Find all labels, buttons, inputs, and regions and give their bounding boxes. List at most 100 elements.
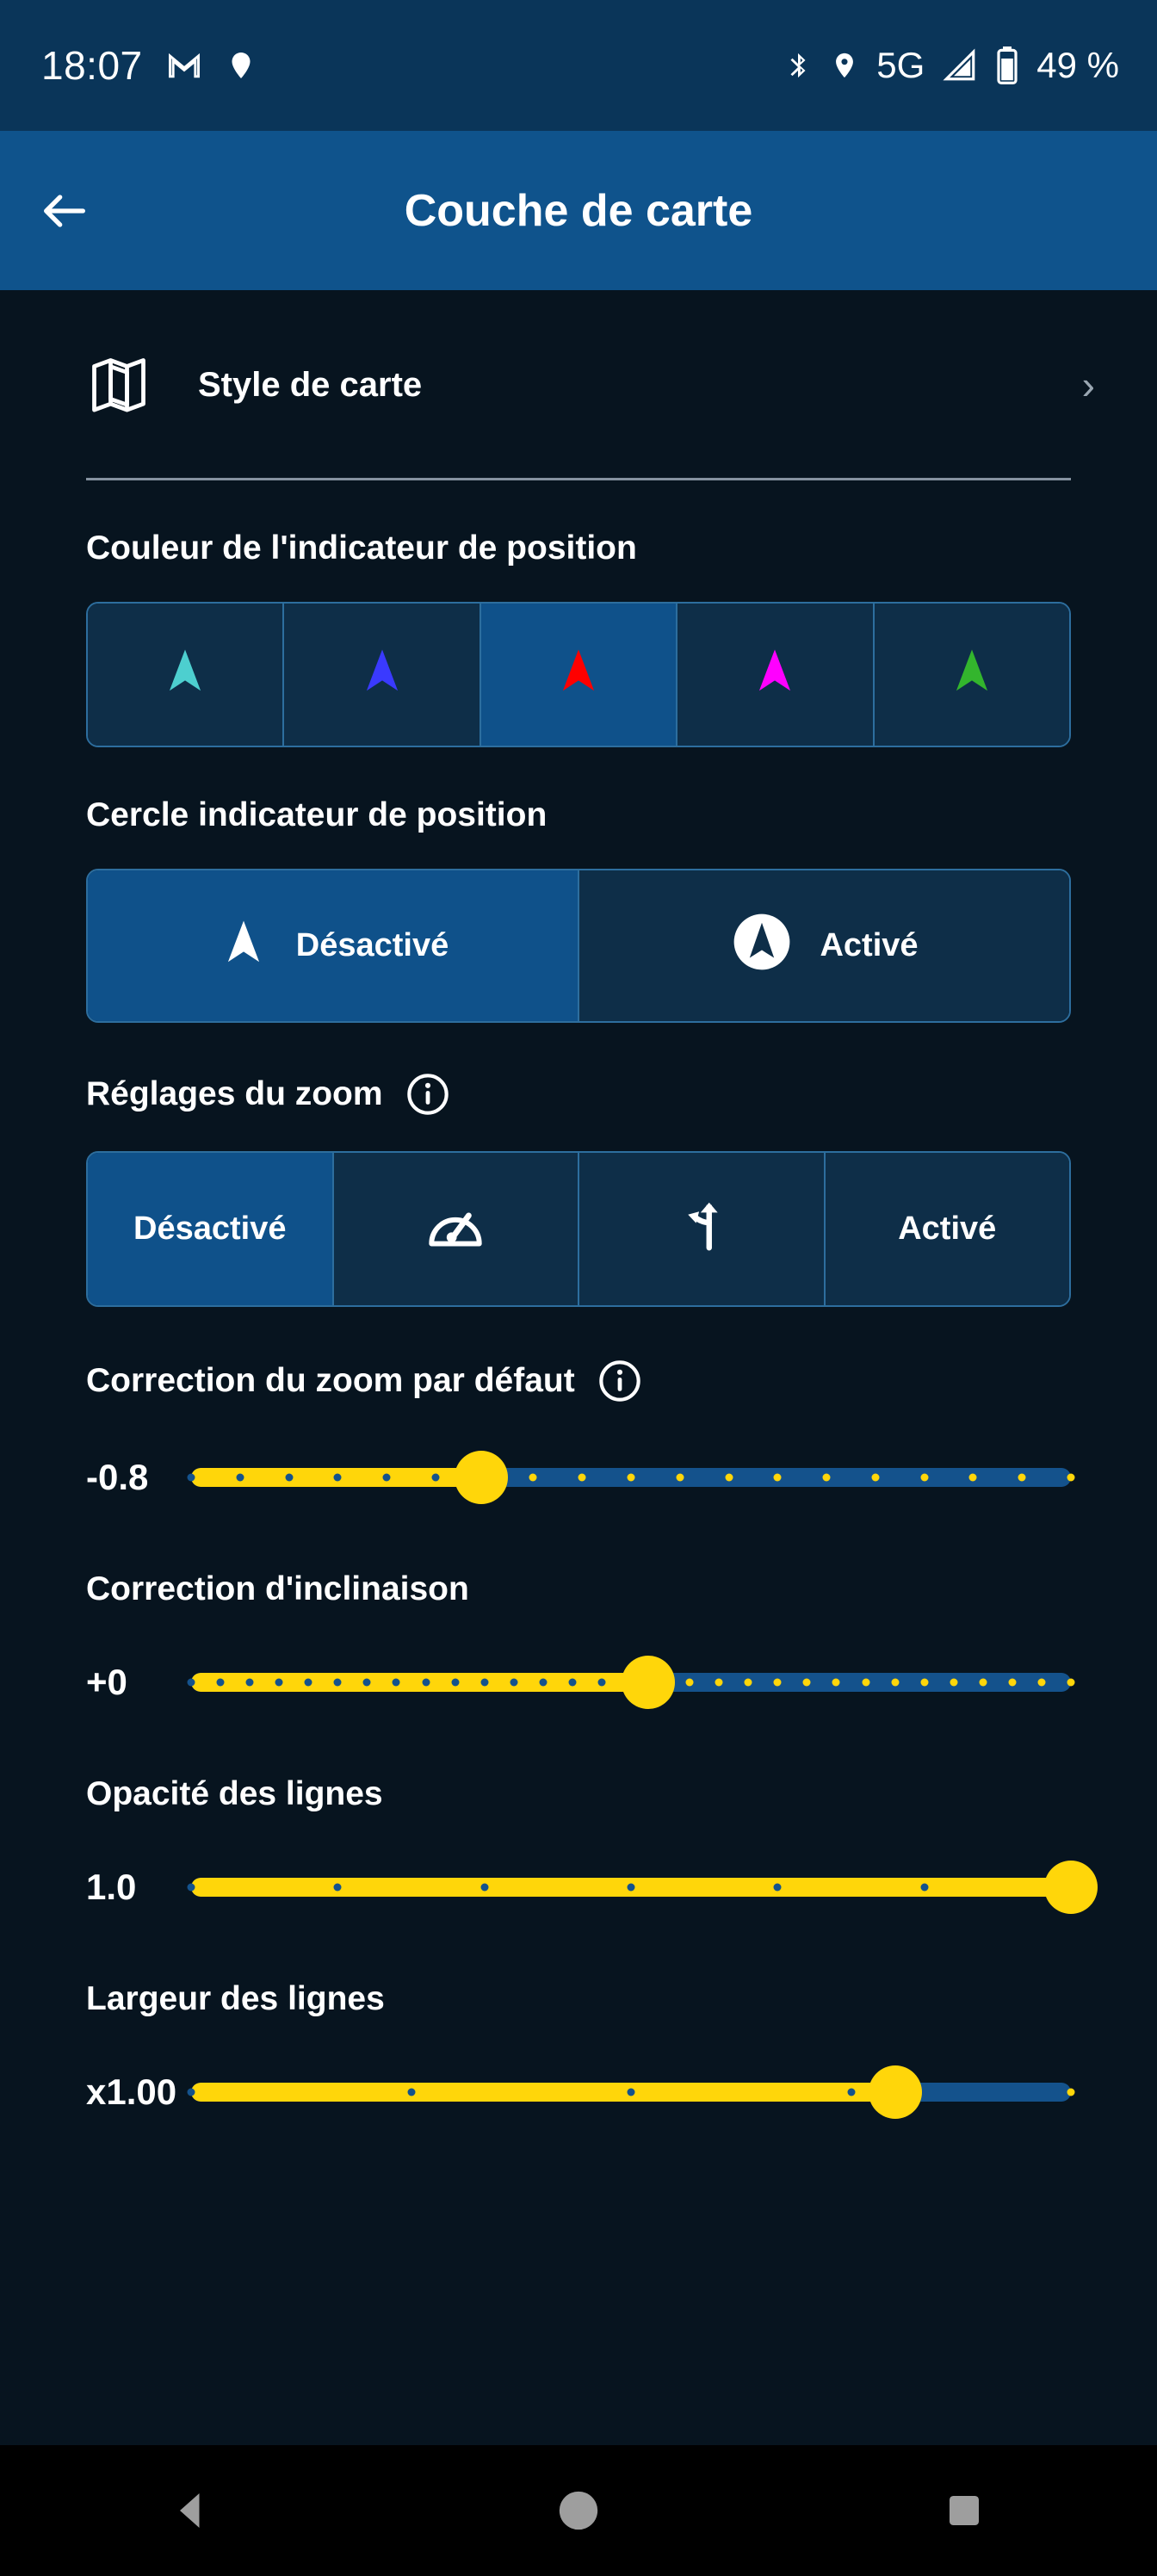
slider-tick	[715, 1678, 723, 1687]
arrow-up-icon	[562, 648, 595, 690]
slider-tick	[245, 1678, 254, 1687]
slider-tick	[862, 1678, 870, 1687]
position-color-option-magenta[interactable]	[677, 604, 875, 746]
slider-label-2: Opacité des lignes	[0, 1775, 1157, 1813]
slider-track-3[interactable]	[187, 2051, 1075, 2133]
slider-thumb[interactable]	[622, 1656, 676, 1709]
arrow-up-icon	[945, 644, 999, 706]
slider-tick	[431, 1473, 440, 1482]
nav-back-button[interactable]	[107, 2485, 279, 2536]
position-circle-segmented[interactable]: Désactivé Activé	[86, 869, 1071, 1023]
slider-thumb[interactable]	[455, 1451, 509, 1504]
slider-track-1[interactable]	[187, 1641, 1075, 1724]
arrow-in-circle-icon	[730, 910, 794, 982]
info-icon[interactable]	[597, 1359, 642, 1403]
slider-tick	[333, 1883, 342, 1892]
zoom-setting-option-1[interactable]	[333, 1153, 579, 1305]
slider-value-1: +0	[86, 1662, 127, 1702]
slider-tick	[920, 1883, 929, 1892]
slider-tick	[304, 1678, 312, 1687]
position-color-option-red[interactable]	[480, 604, 678, 746]
settings-content: Style de carte › Couleur de l'indicateur…	[0, 290, 1157, 2576]
slider-block-2: Opacité des lignes 1.0	[0, 1775, 1157, 1929]
slider-tick	[187, 1473, 195, 1482]
position-color-option-blue[interactable]	[284, 604, 481, 746]
info-icon[interactable]	[405, 1072, 450, 1117]
slider-tick	[891, 1678, 900, 1687]
slider-tick	[773, 1473, 782, 1482]
slider-tick	[529, 1473, 537, 1482]
slider-tick	[744, 1678, 752, 1687]
speedometer-icon	[424, 1193, 487, 1266]
arrow-in-circle-icon	[734, 913, 790, 969]
back-button[interactable]	[0, 183, 129, 238]
zoom-setting-option-3[interactable]: Activé	[825, 1153, 1069, 1305]
zoom-setting-option-2[interactable]	[579, 1153, 826, 1305]
status-time: 18:07	[41, 43, 143, 88]
slider-block-1: Correction d'inclinaison +0	[0, 1570, 1157, 1724]
slider-label-text: Opacité des lignes	[86, 1775, 383, 1812]
zoom-settings-label: Réglages du zoom	[0, 1072, 1157, 1117]
status-bar-left: 18:07	[41, 42, 257, 89]
slider-track-2[interactable]	[187, 1846, 1098, 1929]
slider-tick	[578, 1473, 586, 1482]
zoom-settings-segmented[interactable]: Désactivé Activé	[86, 1151, 1071, 1307]
battery-percent: 49 %	[1036, 45, 1119, 85]
status-bar-right: 5G 49 %	[783, 45, 1119, 86]
slider-row-3: x1.00	[0, 2051, 1157, 2133]
slider-row-0: -0.8	[0, 1436, 1157, 1519]
arrow-up-icon	[170, 648, 201, 690]
nav-home-button[interactable]	[492, 2486, 665, 2535]
network-type: 5G	[876, 45, 925, 85]
bluetooth-icon	[783, 46, 813, 85]
zoom-setting-option-0[interactable]: Désactivé	[88, 1153, 334, 1305]
nav-recents-button[interactable]	[878, 2490, 1050, 2531]
slider-block-0: Correction du zoom par défaut -0.8	[0, 1359, 1157, 1519]
nav-home-icon	[559, 2491, 598, 2530]
slider-tick	[627, 1883, 635, 1892]
slider-tick	[627, 2088, 635, 2096]
slider-thumb[interactable]	[868, 2065, 922, 2119]
road-fork-icon	[671, 1193, 732, 1266]
slider-value-3: x1.00	[86, 2071, 177, 2112]
arrow-up-icon	[366, 648, 398, 690]
position-color-label: Couleur de l'indicateur de position	[0, 529, 1157, 567]
slider-tick	[285, 1473, 294, 1482]
map-style-row[interactable]: Style de carte ›	[0, 333, 1157, 437]
chevron-right-icon: ›	[1081, 362, 1095, 407]
gmail-m-icon	[165, 46, 203, 84]
slider-tick	[832, 1678, 840, 1687]
slider-tick	[773, 1883, 782, 1892]
slider-ticks	[187, 2083, 1075, 2102]
slider-label-text: Correction du zoom par défaut	[86, 1362, 575, 1399]
slider-thumb[interactable]	[1044, 1861, 1098, 1914]
slider-row-1: +0	[0, 1641, 1157, 1724]
nav-recents-icon	[950, 2496, 979, 2525]
slider-label-text: Correction d'inclinaison	[86, 1570, 469, 1607]
position-color-option-green[interactable]	[874, 604, 1069, 746]
slider-value-2: 1.0	[86, 1867, 137, 1907]
location-pin-icon	[226, 46, 257, 84]
zoom-settings-label-text: Réglages du zoom	[86, 1075, 383, 1112]
speedometer-icon	[429, 1212, 482, 1247]
page-title: Couche de carte	[404, 185, 753, 236]
slider-tick	[597, 1678, 606, 1687]
slider-tick	[568, 1678, 577, 1687]
position-circle-option-1[interactable]: Activé	[579, 870, 1069, 1021]
slider-tick	[187, 1678, 195, 1687]
slider-tick	[822, 1473, 831, 1482]
phone-screen: 18:07 5G 49 % Couche de carte Style de c…	[0, 0, 1157, 2576]
signal-triangle-icon	[942, 46, 978, 84]
slider-value-0: -0.8	[86, 1457, 149, 1497]
slider-track-0[interactable]	[187, 1436, 1075, 1519]
zoom-setting-option-label: Désactivé	[133, 1211, 287, 1247]
slider-tick	[216, 1678, 225, 1687]
arrow-up-icon	[227, 920, 259, 962]
position-circle-option-0[interactable]: Désactivé	[88, 870, 579, 1021]
slider-tick	[676, 1473, 684, 1482]
position-circle-option-label: Activé	[820, 927, 919, 963]
slider-tick	[920, 1678, 929, 1687]
position-color-option-turquoise[interactable]	[88, 604, 285, 746]
position-color-segmented[interactable]	[86, 602, 1071, 747]
slider-tick	[392, 1678, 400, 1687]
